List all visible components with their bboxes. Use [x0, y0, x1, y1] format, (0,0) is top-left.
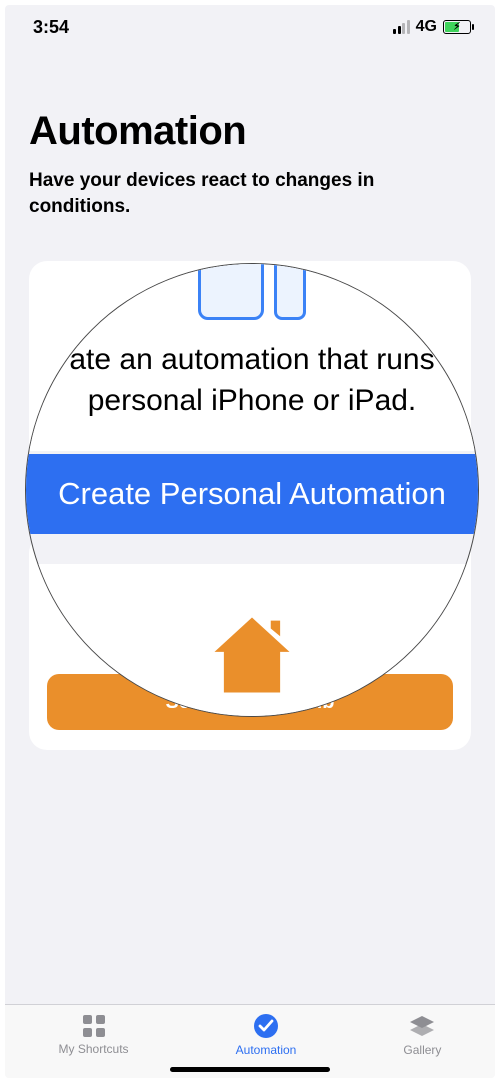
status-time: 3:54 [33, 17, 69, 38]
tablet-icon [274, 263, 306, 320]
check-circle-icon [252, 1012, 280, 1040]
status-right: 4G ⚡︎ [393, 18, 471, 36]
tab-my-shortcuts[interactable]: My Shortcuts [59, 1013, 129, 1056]
home-icon [202, 610, 302, 700]
screen: 3:54 4G ⚡︎ Automation Have your devices … [5, 5, 495, 1078]
lens-description: ate an automation that runs personal iPh… [26, 320, 478, 451]
lens-text-fragment: C [58, 643, 73, 667]
signal-icon [393, 20, 410, 34]
layers-icon [408, 1012, 436, 1040]
status-bar: 3:54 4G ⚡︎ [5, 5, 495, 49]
tab-label: Gallery [403, 1043, 441, 1057]
lens-text-fragment: or [421, 643, 440, 667]
grid-icon [81, 1013, 107, 1039]
create-personal-automation-button[interactable]: Create Personal Automation [26, 454, 478, 534]
home-indicator [170, 1067, 330, 1072]
phone-icon [198, 263, 264, 320]
tab-gallery[interactable]: Gallery [403, 1012, 441, 1057]
tab-label: My Shortcuts [59, 1042, 129, 1056]
battery-icon: ⚡︎ [443, 20, 471, 34]
page-subtitle: Have your devices react to changes in co… [29, 168, 471, 219]
network-label: 4G [416, 18, 437, 36]
page-title: Automation [29, 109, 471, 154]
tab-automation[interactable]: Automation [236, 1012, 297, 1057]
magnifier-lens: ate an automation that runs personal iPh… [25, 263, 479, 717]
tab-label: Automation [236, 1043, 297, 1057]
page-header: Automation Have your devices react to ch… [5, 49, 495, 237]
